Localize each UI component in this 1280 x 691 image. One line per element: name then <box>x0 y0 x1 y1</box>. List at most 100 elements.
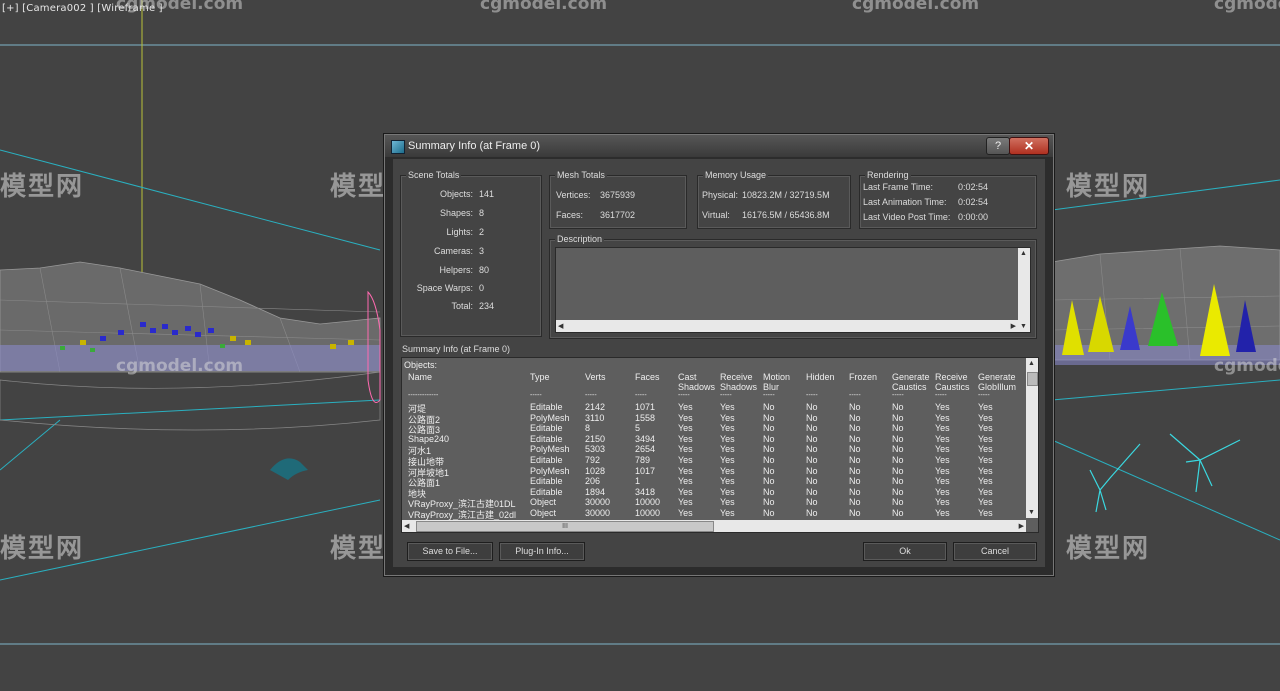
column-header-line2: Caustics <box>935 382 970 392</box>
column-header-line1: Generate <box>978 372 1016 382</box>
list-hscroll-thumb[interactable]: III <box>416 521 714 532</box>
render-time-label: Last Animation Time: <box>863 197 947 207</box>
column-header[interactable]: Generate Caustics <box>892 372 930 392</box>
table-row[interactable]: 地块 Editable 1894 3418 Yes Yes No No No No Yes Yes <box>402 486 1022 499</box>
table-row[interactable]: VRayProxy_滨江古建01DL Object 30000 10000 Yes Yes… <box>402 497 1022 509</box>
scroll-down-icon[interactable]: ▼ <box>1028 509 1035 516</box>
table-cell: Yes <box>935 402 950 412</box>
scene-total-value: 8 <box>479 208 485 218</box>
scroll-right-icon[interactable]: ▶ <box>1019 522 1024 530</box>
save-to-file-button[interactable]: Save to File... <box>407 542 493 561</box>
table-row[interactable]: 公路面3 Editable 8 5 Yes Yes No No No No Yes Yes <box>402 423 1022 435</box>
column-divider: ----- <box>585 392 597 399</box>
table-cell: 3418 <box>635 486 656 497</box>
table-row[interactable]: 河堤 Editable 2142 1071 Yes Yes No No No No Yes Yes <box>402 402 1022 414</box>
cancel-button[interactable]: Cancel <box>953 542 1037 561</box>
description-vscroll[interactable]: ▲ ▼ <box>1018 248 1030 332</box>
column-header[interactable]: Frozen <box>849 372 877 382</box>
scroll-left-icon[interactable]: ◀ <box>404 522 409 530</box>
virtual-value: 16176.5M / 65436.8M <box>742 210 830 220</box>
table-cell: No <box>892 423 904 434</box>
table-cell: No <box>892 402 904 412</box>
column-header-line2: Shadows <box>720 382 758 392</box>
table-cell: 2142 <box>585 402 606 412</box>
column-divider: ----- <box>720 392 732 399</box>
scene-total-value: 234 <box>479 301 495 311</box>
table-cell: Yes <box>678 508 693 518</box>
column-header[interactable]: Type <box>530 372 550 382</box>
list-hscroll[interactable]: ◀ III ▶ <box>402 520 1026 532</box>
scroll-right-icon[interactable]: ▶ <box>1011 322 1016 330</box>
table-row[interactable]: 河岸坡地1 PolyMesh 1028 1017 Yes Yes No No No No Yes Ye… <box>402 465 1022 478</box>
help-button[interactable]: ? <box>986 137 1010 155</box>
column-divider: ----- <box>635 392 647 399</box>
table-row[interactable]: Shape240 Editable 2150 3494 Yes Yes No No No No Ye… <box>402 434 1022 445</box>
table-cell: Yes <box>978 402 993 412</box>
table-cell: Yes <box>935 497 950 508</box>
table-row[interactable]: 河水1 PolyMesh 5303 2654 Yes Yes No No No No Yes Yes <box>402 444 1022 456</box>
column-divider: ----- <box>935 392 947 399</box>
table-cell: Yes <box>720 465 735 476</box>
vertices-label: Vertices: <box>556 190 591 200</box>
column-header[interactable]: Hidden <box>806 372 835 382</box>
watermark-site: cgmodel.com <box>480 0 608 14</box>
summary-list[interactable]: Objects: Name ------------- Type ----- Verts… <box>401 357 1039 533</box>
scroll-down-icon[interactable]: ▼ <box>1020 323 1027 330</box>
column-header[interactable]: Motion Blur <box>763 372 790 392</box>
scroll-up-icon[interactable]: ▲ <box>1028 360 1035 367</box>
column-header[interactable]: Generate GlobIllum <box>978 372 1016 392</box>
table-cell: PolyMesh <box>530 465 570 476</box>
table-row[interactable]: 公路面1 Editable 206 1 Yes Yes No No No No Yes Yes <box>402 476 1022 488</box>
table-cell: Editable <box>530 476 563 487</box>
table-cell: 10000 <box>635 508 661 518</box>
app-icon <box>391 140 405 154</box>
table-cell: Yes <box>678 476 693 487</box>
table-cell: No <box>763 412 775 423</box>
table-cell: No <box>763 497 775 508</box>
scene-total-value: 141 <box>479 189 495 199</box>
list-vscroll[interactable]: ▲ ▼ <box>1026 358 1038 518</box>
column-divider: ----- <box>530 392 542 399</box>
column-header[interactable]: Verts <box>585 372 606 382</box>
render-time-value: 0:00:00 <box>958 212 989 222</box>
table-cell: 3494 <box>635 433 656 444</box>
table-cell: Yes <box>978 412 993 423</box>
table-cell: Yes <box>978 433 993 444</box>
column-header-line1: Generate <box>892 372 930 382</box>
scroll-left-icon[interactable]: ◀ <box>558 322 563 330</box>
list-vscroll-thumb[interactable] <box>1027 372 1038 386</box>
description-title: Description <box>555 234 605 244</box>
close-button[interactable]: ✕ <box>1009 137 1049 155</box>
dialog-titlebar[interactable]: Summary Info (at Frame 0) ? ✕ <box>385 135 1053 157</box>
plugin-info-button[interactable]: Plug-In Info... <box>499 542 585 561</box>
table-cell: No <box>849 433 861 444</box>
summary-title: Summary Info (at Frame 0) <box>402 344 511 354</box>
mesh-totals-group: Mesh Totals Vertices: 3675939 Faces: 361… <box>549 170 687 229</box>
column-header[interactable]: Faces <box>635 372 660 382</box>
column-header[interactable]: Cast Shadows <box>678 372 715 392</box>
table-cell: Yes <box>978 444 993 455</box>
scene-totals-title: Scene Totals <box>406 170 462 180</box>
table-cell: Shape240 <box>408 433 450 444</box>
ok-button[interactable]: Ok <box>863 542 947 561</box>
table-cell: No <box>892 497 904 508</box>
table-row[interactable]: 接山地带 Editable 792 789 Yes Yes No No No No Yes Yes <box>402 455 1022 467</box>
table-cell: No <box>849 412 861 423</box>
table-cell: Yes <box>978 476 993 487</box>
column-header[interactable]: Receive Caustics <box>935 372 970 392</box>
table-cell: Yes <box>678 412 693 423</box>
column-header[interactable]: Name <box>408 372 432 382</box>
column-header[interactable]: Receive Shadows <box>720 372 757 392</box>
table-cell: PolyMesh <box>530 412 570 423</box>
table-cell: No <box>849 497 861 508</box>
table-cell: No <box>849 455 861 465</box>
table-row[interactable]: VRayProxy_滨江古建_02dl Object 30000 10000 Yes Ye… <box>402 508 1022 520</box>
table-row[interactable]: 公路面2 PolyMesh 3110 1558 Yes Yes No No No No Yes Yes <box>402 412 1022 425</box>
dialog-body: Scene Totals Objects: 141 Shapes: 8 Lights: 2… <box>393 159 1045 567</box>
description-hscroll[interactable]: ◀ ▶ <box>556 320 1018 332</box>
table-cell: No <box>763 423 775 434</box>
table-cell: No <box>892 486 904 497</box>
scroll-up-icon[interactable]: ▲ <box>1020 250 1027 257</box>
description-textarea[interactable]: ▲ ▼ ◀ ▶ <box>555 247 1031 333</box>
column-divider: ----- <box>806 392 818 399</box>
